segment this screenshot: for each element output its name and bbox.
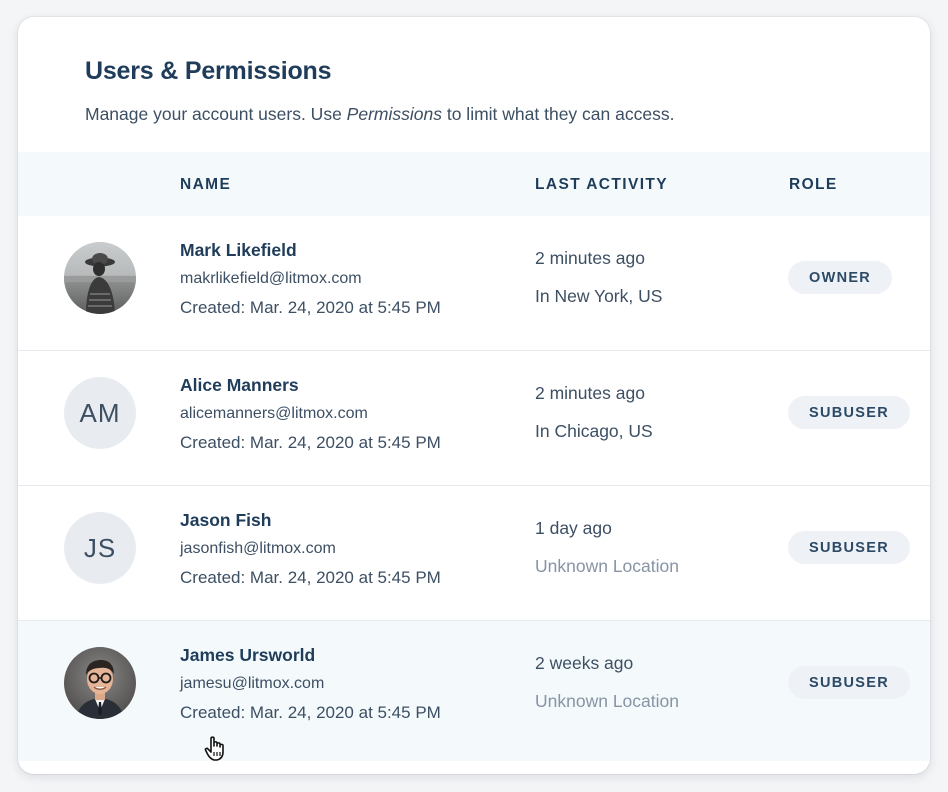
avatar-initials: JS [64,512,136,584]
column-header-name[interactable]: NAME [180,176,231,194]
user-created-date: Created: Mar. 24, 2020 at 5:45 PM [180,703,441,722]
user-name[interactable]: James Ursworld [180,645,315,666]
subtitle-text-end: to limit what they can access. [441,104,675,124]
last-activity-location: In Chicago, US [535,421,653,441]
user-email: makrlikefield@litmox.com [180,270,362,287]
user-email: jamesu@litmox.com [180,675,325,692]
users-permissions-card: Users & Permissions Manage your account … [18,17,930,774]
last-activity-location: Unknown Location [535,556,679,576]
user-name[interactable]: Mark Likefield [180,240,297,261]
user-photo-icon [64,647,136,719]
last-activity-time: 2 minutes ago [535,383,645,403]
role-badge[interactable]: SUBUSER [788,396,910,429]
last-activity-time: 2 minutes ago [535,248,645,268]
page-subtitle: Manage your account users. Use Permissio… [85,104,674,125]
column-header-last-activity[interactable]: LAST ACTIVITY [535,176,668,194]
role-badge[interactable]: OWNER [788,261,893,294]
subtitle-text-start: Manage your account users. Use [85,104,347,124]
user-email: alicemanners@litmox.com [180,405,368,422]
last-activity-time: 2 weeks ago [535,653,634,673]
user-name[interactable]: Alice Manners [180,375,299,396]
user-created-date: Created: Mar. 24, 2020 at 5:45 PM [180,298,441,317]
last-activity-location: Unknown Location [535,691,679,711]
user-email: jasonfish@litmox.com [180,540,336,557]
user-photo-icon [64,242,136,314]
user-created-date: Created: Mar. 24, 2020 at 5:45 PM [180,433,441,452]
last-activity-location: In New York, US [535,286,663,306]
user-created-date: Created: Mar. 24, 2020 at 5:45 PM [180,568,441,587]
user-name[interactable]: Jason Fish [180,510,271,531]
table-row[interactable]: Mark Likefield makrlikefield@litmox.com … [18,216,930,351]
column-header-role[interactable]: ROLE [789,176,838,194]
page-title: Users & Permissions [85,57,332,85]
table-row[interactable]: JS Jason Fish jasonfish@litmox.com Creat… [18,486,930,621]
avatar [64,242,136,314]
avatar-initials: AM [64,377,136,449]
role-badge[interactable]: SUBUSER [788,666,910,699]
table-header: NAME LAST ACTIVITY ROLE [18,152,930,216]
table-row[interactable]: James Ursworld jamesu@litmox.com Created… [18,621,930,761]
table-row[interactable]: AM Alice Manners alicemanners@litmox.com… [18,351,930,486]
subtitle-permissions-emphasis: Permissions [346,104,442,124]
hand-pointer-icon [204,736,224,761]
avatar [64,647,136,719]
last-activity-time: 1 day ago [535,518,612,538]
role-badge[interactable]: SUBUSER [788,531,910,564]
